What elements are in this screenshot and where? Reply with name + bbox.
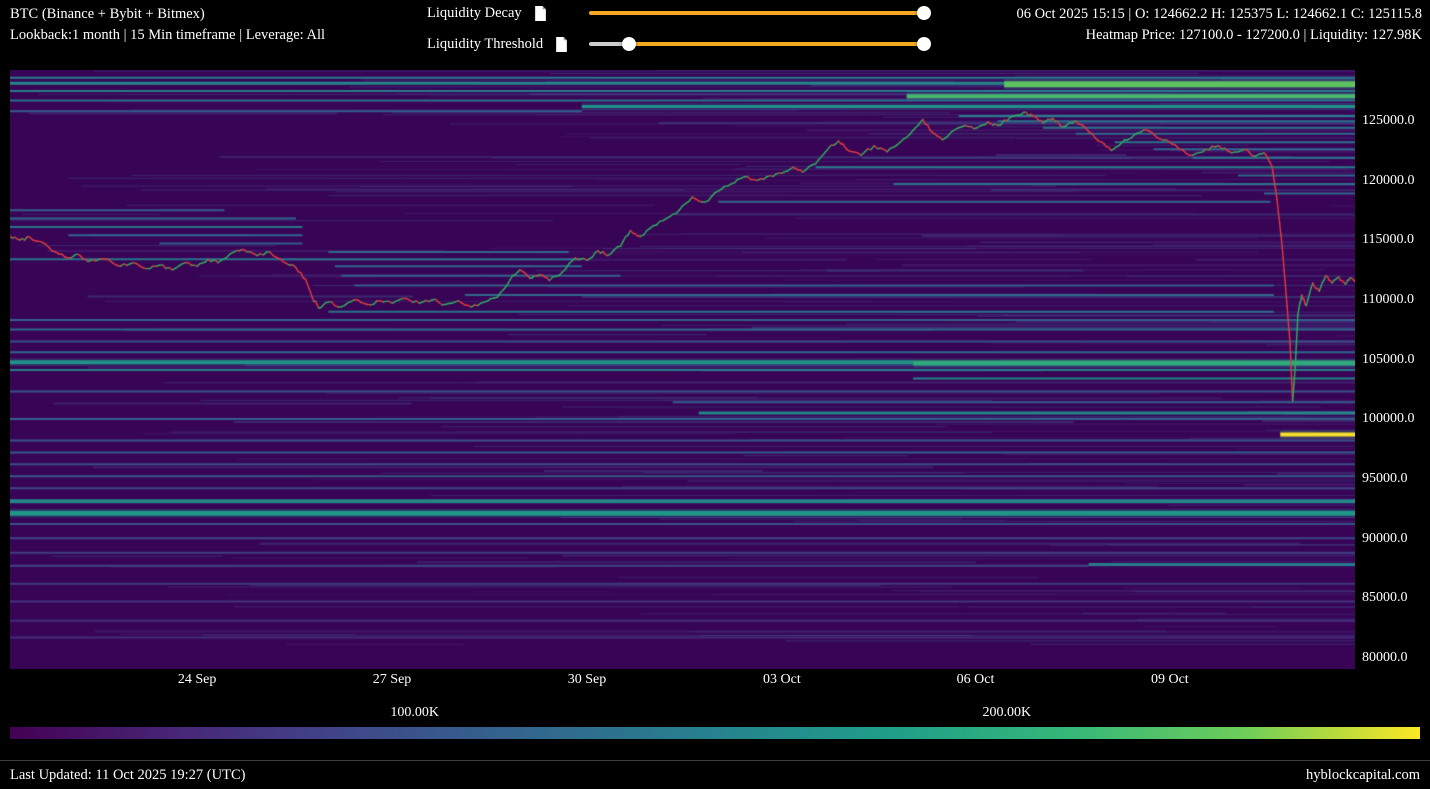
liquidity-decay-label: Liquidity Decay	[427, 5, 522, 22]
last-updated-text: Last Updated: 11 Oct 2025 19:27 (UTC)	[10, 767, 245, 784]
liquidity-decay-handle[interactable]	[917, 6, 931, 20]
liquidity-threshold-track[interactable]	[589, 42, 924, 46]
liquidity-decay-row: Liquidity Decay	[427, 6, 924, 20]
liquidity-colorbar: 100.00K 200.00K	[10, 705, 1420, 741]
price-axis: 125000.0 120000.0 115000.0 110000.0 105000.0…	[1362, 70, 1428, 669]
y-axis-label: 90000.0	[1362, 531, 1408, 547]
y-axis-label: 100000.0	[1362, 411, 1415, 427]
liquidity-threshold-high-handle[interactable]	[917, 37, 931, 51]
app-window: BTC (Binance + Bybit + Bitmex) Lookback:…	[0, 0, 1430, 789]
liquidity-threshold-slider[interactable]	[589, 37, 924, 51]
heatmap-price-info: Heatmap Price: 127100.0 - 127200.0 | Liq…	[1016, 25, 1422, 46]
ohlc-info: 06 Oct 2025 15:15 | O: 124662.2 H: 12537…	[1016, 4, 1422, 25]
y-axis-label: 80000.0	[1362, 650, 1408, 666]
y-axis-label: 85000.0	[1362, 590, 1408, 606]
site-link[interactable]: hyblockcapital.com	[1306, 767, 1420, 784]
x-axis-label: 06 Oct	[941, 672, 1011, 688]
date-axis: 24 Sep 27 Sep 30 Sep 03 Oct 06 Oct 09 Oct	[10, 672, 1355, 692]
y-axis-label: 125000.0	[1362, 113, 1415, 129]
liquidity-threshold-label: Liquidity Threshold	[427, 36, 543, 53]
lookback-info: Lookback:1 month | 15 Min timeframe | Le…	[10, 25, 325, 46]
x-axis-label: 30 Sep	[552, 672, 622, 688]
footer-bar: Last Updated: 11 Oct 2025 19:27 (UTC) hy…	[0, 760, 1430, 789]
x-axis-label: 09 Oct	[1135, 672, 1205, 688]
colorbar-label-200k: 200.00K	[983, 705, 1032, 721]
x-axis-label: 24 Sep	[162, 672, 232, 688]
liquidity-threshold-icon[interactable]	[555, 37, 568, 52]
colorbar-label-100k: 100.00K	[390, 705, 439, 721]
y-axis-label: 110000.0	[1362, 292, 1414, 308]
y-axis-label: 95000.0	[1362, 471, 1408, 487]
colorbar-gradient	[10, 727, 1420, 739]
symbol-title: BTC (Binance + Bybit + Bitmex)	[10, 4, 325, 25]
y-axis-label: 105000.0	[1362, 352, 1415, 368]
y-axis-label: 120000.0	[1362, 173, 1415, 189]
liquidity-decay-slider[interactable]	[589, 6, 924, 20]
x-axis-label: 27 Sep	[357, 672, 427, 688]
header-left: BTC (Binance + Bybit + Bitmex) Lookback:…	[10, 4, 325, 46]
liquidity-decay-track[interactable]	[589, 11, 924, 15]
y-axis-label: 115000.0	[1362, 232, 1414, 248]
header-controls: Liquidity Decay Liquidity Threshold	[427, 6, 924, 51]
liquidity-threshold-low-handle[interactable]	[622, 37, 636, 51]
liquidity-threshold-row: Liquidity Threshold	[427, 37, 924, 51]
x-axis-label: 03 Oct	[747, 672, 817, 688]
liquidity-decay-icon[interactable]	[534, 6, 547, 21]
heatmap-canvas[interactable]	[10, 70, 1355, 669]
liquidity-heatmap-chart	[10, 70, 1355, 669]
header-right: 06 Oct 2025 15:15 | O: 124662.2 H: 12537…	[1016, 4, 1422, 46]
